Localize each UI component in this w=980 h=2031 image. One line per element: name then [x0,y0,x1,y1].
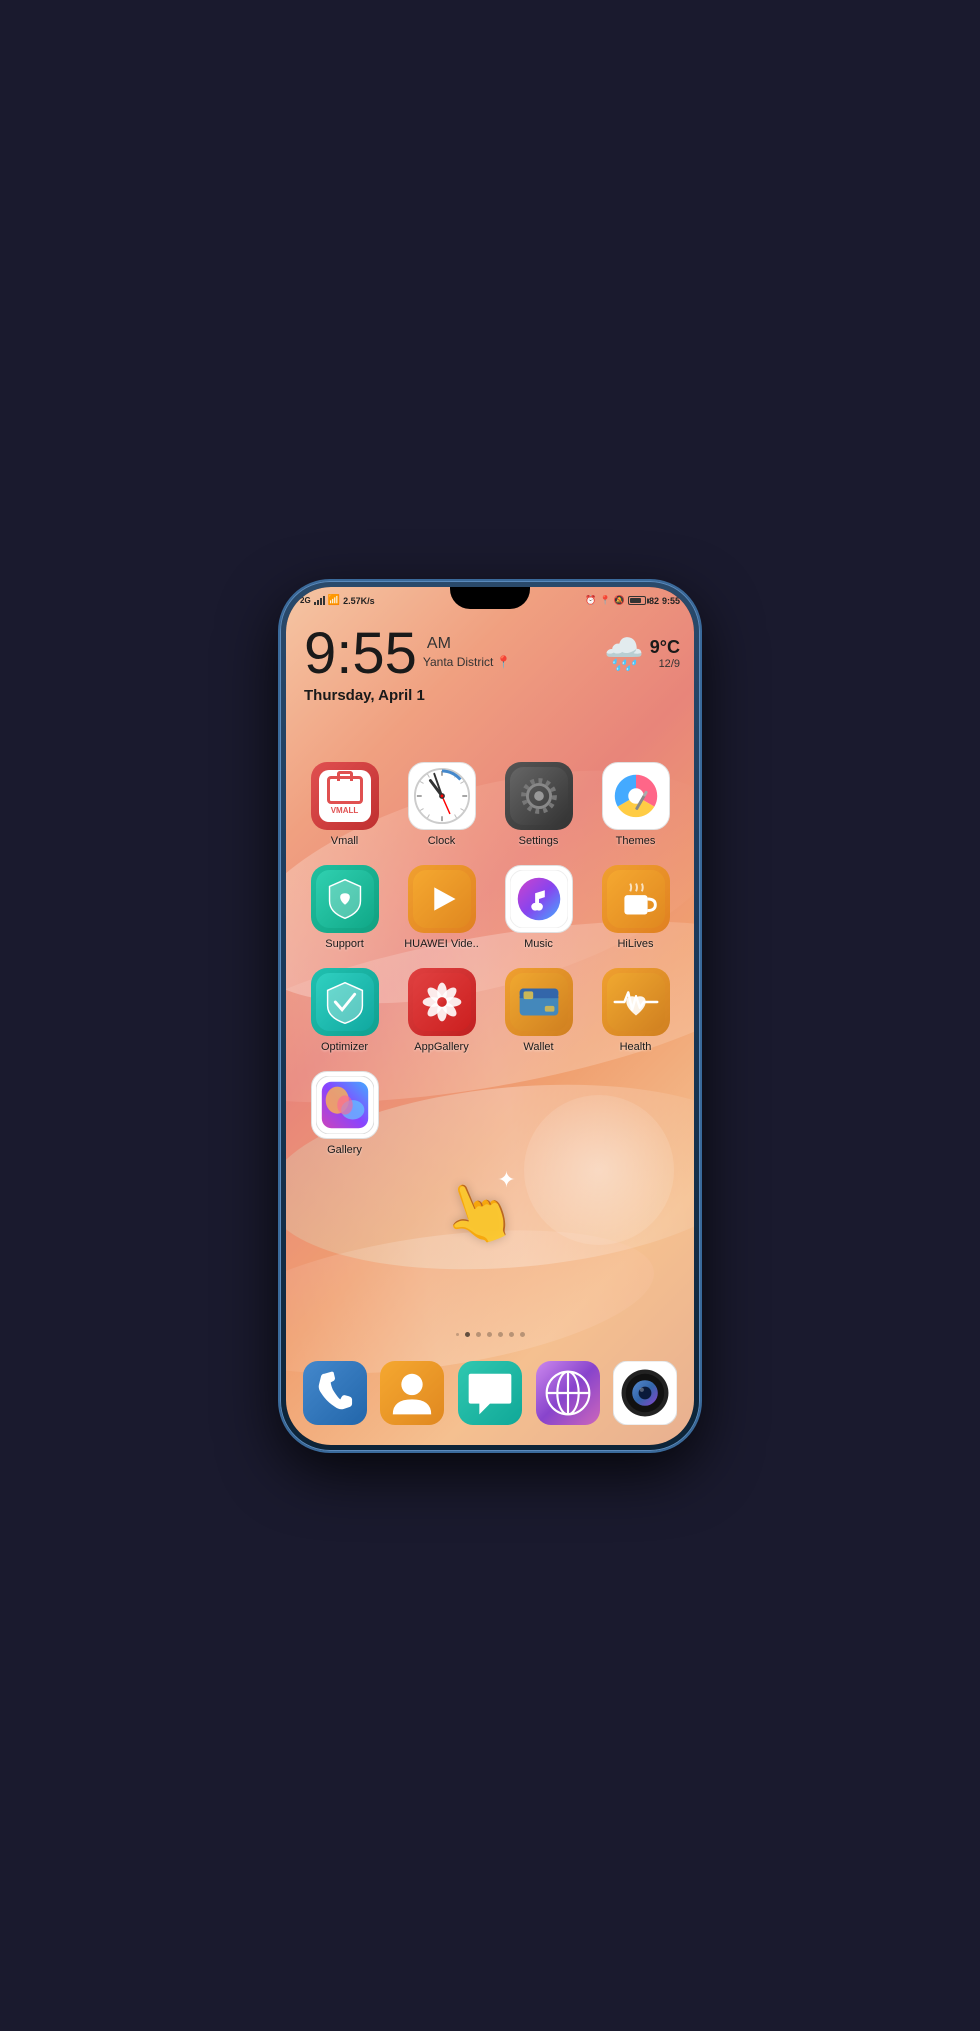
dock-phone[interactable] [301,1359,369,1427]
messages-dock-icon[interactable] [456,1359,524,1427]
optimizer-label: Optimizer [321,1041,368,1053]
app-themes[interactable]: Themes [587,762,684,847]
wallet-label: Wallet [523,1041,553,1053]
appgallery-svg [413,973,471,1031]
wallet-icon[interactable] [505,968,573,1036]
app-music[interactable]: Music [490,865,587,950]
video-icon[interactable] [408,865,476,933]
app-hilives[interactable]: HiLives [587,865,684,950]
optimizer-svg [316,973,374,1031]
dock-camera[interactable] [611,1359,679,1427]
silent-icon: 🔕 [614,595,625,606]
clock-location: Yanta District 📍 [423,655,511,669]
hilives-label: HiLives [617,938,653,950]
clock-label: Clock [428,835,456,847]
dot-5[interactable] [509,1332,514,1337]
music-icon[interactable] [505,865,573,933]
clock-date: Thursday, April 1 [304,687,511,704]
network-speed: 2.57K/s [343,596,375,606]
dock-messages[interactable] [456,1359,524,1427]
weather-temp: 9°C [650,637,680,658]
weather-info: 9°C 12/9 [650,637,680,670]
clock-ampm: AM [427,635,511,653]
video-svg [413,870,471,928]
dot-3[interactable] [487,1332,492,1337]
video-label: HUAWEI Vide.. [404,938,479,950]
weather-range: 12/9 [650,658,680,670]
dock-browser[interactable] [534,1359,602,1427]
browser-dock-icon[interactable] [534,1359,602,1427]
dot-0 [456,1333,459,1336]
screen: 2G 📶 2.57K/s ⏰ 📍 🔕 [286,587,694,1445]
gallery-svg [316,1076,374,1134]
page-dots [286,1332,694,1337]
settings-svg [510,767,568,825]
app-clock[interactable]: Clock [393,762,490,847]
status-time: 9:55 [662,596,680,606]
network-type: 2G [300,596,311,605]
vmall-label: Vmall [331,835,359,847]
support-label: Support [325,938,364,950]
location-icon: 📍 [600,595,611,606]
support-icon[interactable] [311,865,379,933]
app-health[interactable]: Health [587,968,684,1053]
music-svg [510,870,568,928]
themes-label: Themes [616,835,656,847]
app-optimizer[interactable]: Optimizer [296,968,393,1053]
battery-pct: 82 [649,596,659,606]
settings-icon[interactable] [505,762,573,830]
alarm-icon: ⏰ [585,595,596,606]
signal-bars [314,596,325,605]
app-wallet[interactable]: Wallet [490,968,587,1053]
appgallery-icon[interactable] [408,968,476,1036]
status-bar: 2G 📶 2.57K/s ⏰ 📍 🔕 [286,587,694,615]
clock-svg [413,767,471,825]
app-video[interactable]: HUAWEI Vide.. [393,865,490,950]
dot-6[interactable] [520,1332,525,1337]
status-right: ⏰ 📍 🔕 82 9:55 [585,595,680,606]
gallery-label: Gallery [327,1144,362,1156]
clock-icon[interactable] [408,762,476,830]
health-label: Health [620,1041,652,1053]
app-support[interactable]: Support [296,865,393,950]
status-left: 2G 📶 2.57K/s [300,595,375,606]
support-svg [316,870,374,928]
location-pin-icon: 📍 [496,655,511,669]
clock-time: 9:55 [304,625,417,683]
weather-cloud-icon: 🌧️ [604,635,644,673]
battery-fill [630,598,641,603]
phone-outer: 2G 📶 2.57K/s ⏰ 📍 🔕 [280,581,700,1451]
app-vmall[interactable]: VMALL Vmall [296,762,393,847]
wifi-icon: 📶 [328,595,340,606]
health-svg [607,973,665,1031]
wallet-svg [510,973,568,1031]
appgallery-label: AppGallery [414,1041,468,1053]
hilives-icon[interactable] [602,865,670,933]
music-label: Music [524,938,553,950]
contacts-dock-icon[interactable] [378,1359,446,1427]
dot-2[interactable] [476,1332,481,1337]
app-gallery[interactable]: Gallery [296,1071,393,1156]
app-appgallery[interactable]: AppGallery [393,968,490,1053]
clock-widget: 9:55 AM Yanta District 📍 Thursday, April… [304,625,511,704]
vmall-icon[interactable]: VMALL [311,762,379,830]
optimizer-icon[interactable] [311,968,379,1036]
phone-dock-icon[interactable] [301,1359,369,1427]
themes-icon[interactable] [602,762,670,830]
app-settings[interactable]: Settings [490,762,587,847]
dot-4[interactable] [498,1332,503,1337]
weather-widget: 🌧️ 9°C 12/9 [604,635,680,673]
battery-icon [628,596,646,605]
settings-label: Settings [519,835,559,847]
dot-1[interactable] [465,1332,470,1337]
app-grid: VMALL Vmall [286,762,694,1156]
dock [296,1359,684,1427]
dock-contacts[interactable] [378,1359,446,1427]
phone-inner: 2G 📶 2.57K/s ⏰ 📍 🔕 [286,587,694,1445]
camera-dock-icon[interactable] [611,1359,679,1427]
hilives-svg [607,870,665,928]
health-icon[interactable] [602,968,670,1036]
gallery-icon[interactable] [311,1071,379,1139]
themes-svg [607,767,665,825]
